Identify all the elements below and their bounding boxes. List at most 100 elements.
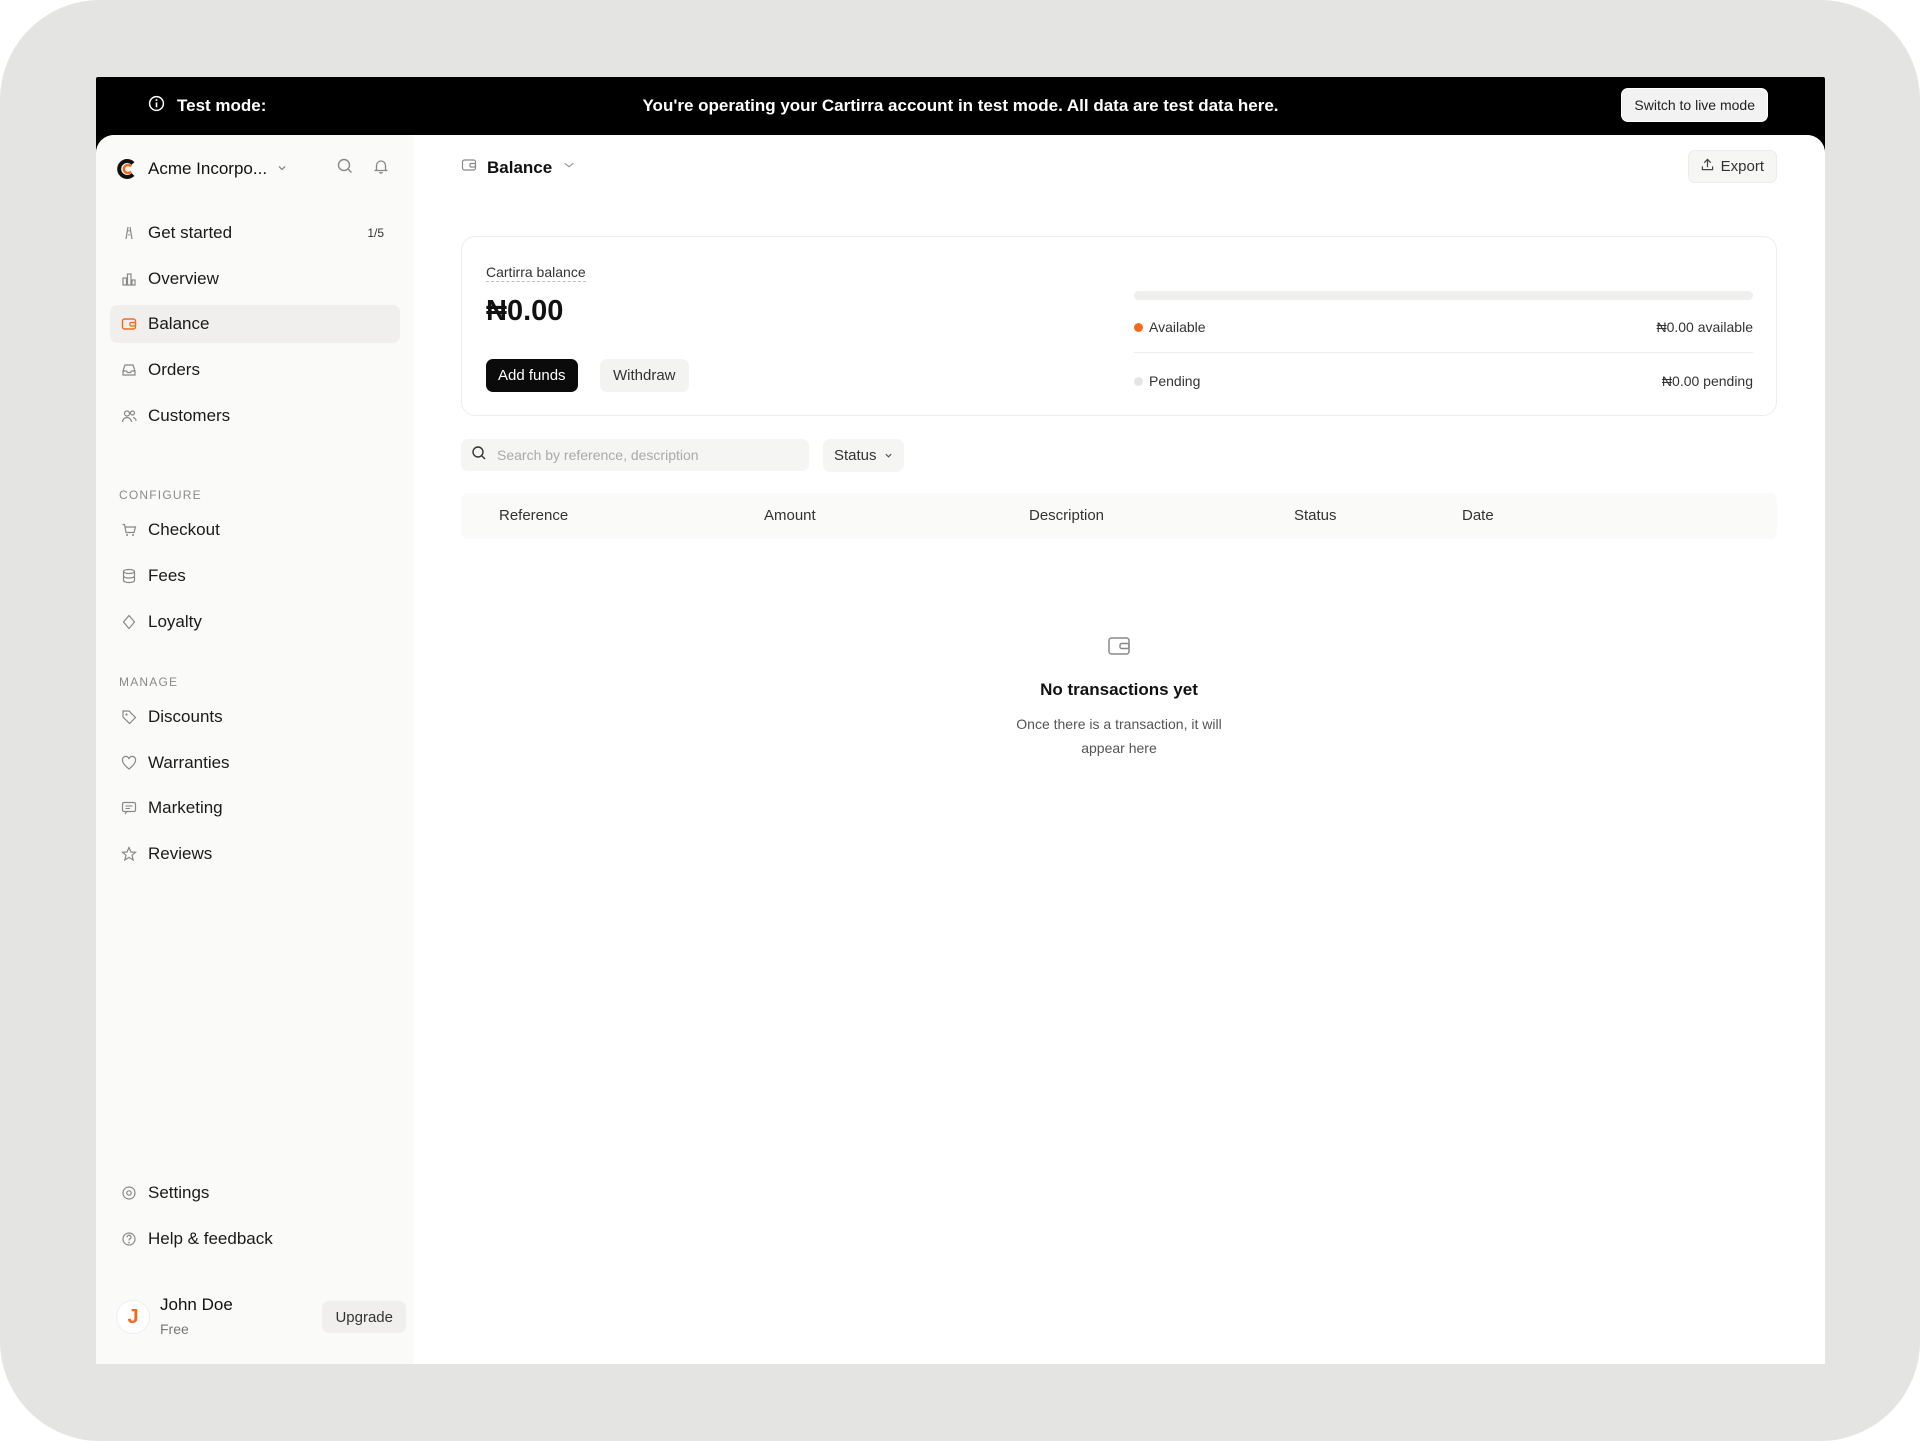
section-manage: MANAGE bbox=[119, 675, 179, 689]
sidebar-item-label: Reviews bbox=[148, 844, 213, 863]
sidebar-item-label: Fees bbox=[148, 566, 186, 585]
sidebar-item-label: Overview bbox=[148, 269, 219, 288]
database-icon bbox=[120, 567, 138, 585]
pending-dot-icon bbox=[1134, 376, 1143, 386]
withdraw-button[interactable]: Withdraw bbox=[600, 359, 689, 392]
sidebar-item-warranties[interactable]: Warranties bbox=[110, 744, 400, 782]
column-header-amount[interactable]: Amount bbox=[764, 507, 816, 524]
test-mode-banner: Test mode: You're operating your Cartirr… bbox=[96, 77, 1825, 135]
star-icon bbox=[120, 845, 138, 863]
workspace-name: Acme Incorpo... bbox=[148, 159, 268, 178]
sidebar-item-label: Help & feedback bbox=[148, 1229, 273, 1248]
page-title: Balance bbox=[487, 157, 553, 177]
sidebar-item-discounts[interactable]: Discounts bbox=[110, 698, 400, 736]
wallet-icon bbox=[461, 157, 477, 178]
sidebar-item-get-started[interactable]: Get started 1/5 bbox=[110, 214, 400, 252]
balance-progress-bar bbox=[1134, 291, 1753, 300]
section-configure: CONFIGURE bbox=[119, 488, 202, 502]
chevron-down-icon bbox=[884, 447, 893, 464]
available-label: Available bbox=[1149, 319, 1206, 335]
workspace-switcher[interactable]: Acme Incorpo... bbox=[116, 155, 287, 183]
divider bbox=[1134, 352, 1753, 353]
search-icon bbox=[471, 445, 487, 466]
column-header-description[interactable]: Description bbox=[1029, 507, 1104, 524]
test-mode-message: You're operating your Cartirra account i… bbox=[642, 96, 1279, 115]
user-name: John Doe bbox=[160, 1295, 233, 1314]
empty-state-message: Once there is a transaction, it will app… bbox=[1016, 716, 1222, 756]
sidebar-item-settings[interactable]: Settings bbox=[110, 1174, 400, 1212]
sidebar-item-label: Loyalty bbox=[148, 612, 202, 631]
column-header-status[interactable]: Status bbox=[1294, 507, 1337, 524]
available-row: Available ₦0.00 available bbox=[1134, 314, 1753, 340]
sidebar-item-label: Balance bbox=[148, 314, 210, 333]
progress-badge: 1/5 bbox=[367, 226, 384, 240]
empty-state: No transactions yet Once there is a tran… bbox=[461, 635, 1777, 760]
signpost-icon bbox=[120, 224, 138, 242]
sidebar-item-help[interactable]: Help & feedback bbox=[110, 1220, 400, 1258]
add-funds-button[interactable]: Add funds bbox=[486, 359, 578, 392]
main-content: Balance Export Cartirra balance ₦0.00 Ad… bbox=[413, 135, 1825, 1364]
sidebar-item-label: Discounts bbox=[148, 707, 223, 726]
wallet-icon bbox=[1107, 637, 1131, 661]
message-icon bbox=[120, 799, 138, 817]
search-field[interactable] bbox=[461, 439, 809, 471]
export-label: Export bbox=[1720, 158, 1764, 175]
search-input[interactable] bbox=[497, 447, 787, 463]
sidebar-item-loyalty[interactable]: Loyalty bbox=[110, 603, 400, 641]
users-icon bbox=[120, 407, 138, 425]
sidebar-item-marketing[interactable]: Marketing bbox=[110, 789, 400, 827]
sidebar-item-label: Marketing bbox=[148, 798, 223, 817]
sidebar-item-reviews[interactable]: Reviews bbox=[110, 835, 400, 873]
tag-icon bbox=[120, 708, 138, 726]
user-profile: J John Doe Free Upgrade bbox=[116, 1289, 406, 1345]
sidebar-item-label: Checkout bbox=[148, 520, 220, 539]
balance-label: Cartirra balance bbox=[486, 264, 586, 282]
test-mode-label: Test mode: bbox=[177, 96, 267, 115]
column-header-date[interactable]: Date bbox=[1462, 507, 1494, 524]
available-value: ₦0.00 available bbox=[1656, 319, 1753, 335]
pending-row: Pending ₦0.00 pending bbox=[1134, 368, 1753, 394]
status-filter-dropdown[interactable]: Status bbox=[823, 439, 904, 472]
sidebar-item-balance[interactable]: Balance bbox=[110, 305, 400, 343]
sidebar-item-label: Warranties bbox=[148, 753, 230, 772]
empty-state-title: No transactions yet bbox=[1040, 680, 1198, 699]
switch-to-live-mode-button[interactable]: Switch to live mode bbox=[1621, 88, 1768, 122]
sidebar-item-checkout[interactable]: Checkout bbox=[110, 511, 400, 549]
bar-chart-icon bbox=[120, 270, 138, 288]
pending-value: ₦0.00 pending bbox=[1661, 373, 1753, 389]
user-plan: Free bbox=[160, 1321, 189, 1337]
app-window: Test mode: You're operating your Cartirr… bbox=[96, 77, 1825, 1364]
balance-card: Cartirra balance ₦0.00 Add funds Withdra… bbox=[461, 236, 1777, 416]
gear-icon bbox=[120, 1184, 138, 1202]
wallet-icon bbox=[120, 315, 138, 333]
sidebar-item-customers[interactable]: Customers bbox=[110, 397, 400, 435]
info-icon bbox=[148, 95, 165, 117]
sidebar-item-label: Get started bbox=[148, 223, 233, 242]
column-header-reference[interactable]: Reference bbox=[499, 507, 568, 524]
sidebar-item-label: Settings bbox=[148, 1183, 210, 1202]
avatar[interactable]: J bbox=[116, 1300, 150, 1334]
device-frame: Test mode: You're operating your Cartirr… bbox=[0, 0, 1920, 1441]
balance-amount: ₦0.00 bbox=[486, 295, 564, 327]
chevron-down-icon bbox=[277, 163, 287, 176]
bell-icon[interactable] bbox=[372, 157, 390, 180]
diamond-icon bbox=[120, 613, 138, 631]
export-button[interactable]: Export bbox=[1687, 150, 1777, 183]
sidebar-item-label: Customers bbox=[148, 406, 231, 425]
search-icon[interactable] bbox=[336, 157, 354, 180]
pending-label: Pending bbox=[1149, 373, 1201, 389]
sidebar-item-overview[interactable]: Overview bbox=[110, 260, 400, 298]
page-header: Balance bbox=[461, 157, 576, 178]
upgrade-button[interactable]: Upgrade bbox=[322, 1301, 406, 1333]
brand-logo-icon bbox=[116, 158, 138, 180]
available-dot-icon bbox=[1134, 322, 1143, 332]
sidebar-item-orders[interactable]: Orders bbox=[110, 351, 400, 389]
shield-heart-icon bbox=[120, 754, 138, 772]
table-header: Reference Amount Description Status Date bbox=[461, 493, 1777, 539]
sidebar-item-label: Orders bbox=[148, 360, 200, 379]
sidebar: Acme Incorpo... Get started 1/5 Overview… bbox=[96, 135, 413, 1364]
inbox-icon bbox=[120, 361, 138, 379]
chevron-down-icon[interactable] bbox=[562, 158, 576, 177]
sidebar-item-fees[interactable]: Fees bbox=[110, 557, 400, 595]
app-body: Acme Incorpo... Get started 1/5 Overview… bbox=[96, 135, 1825, 1364]
